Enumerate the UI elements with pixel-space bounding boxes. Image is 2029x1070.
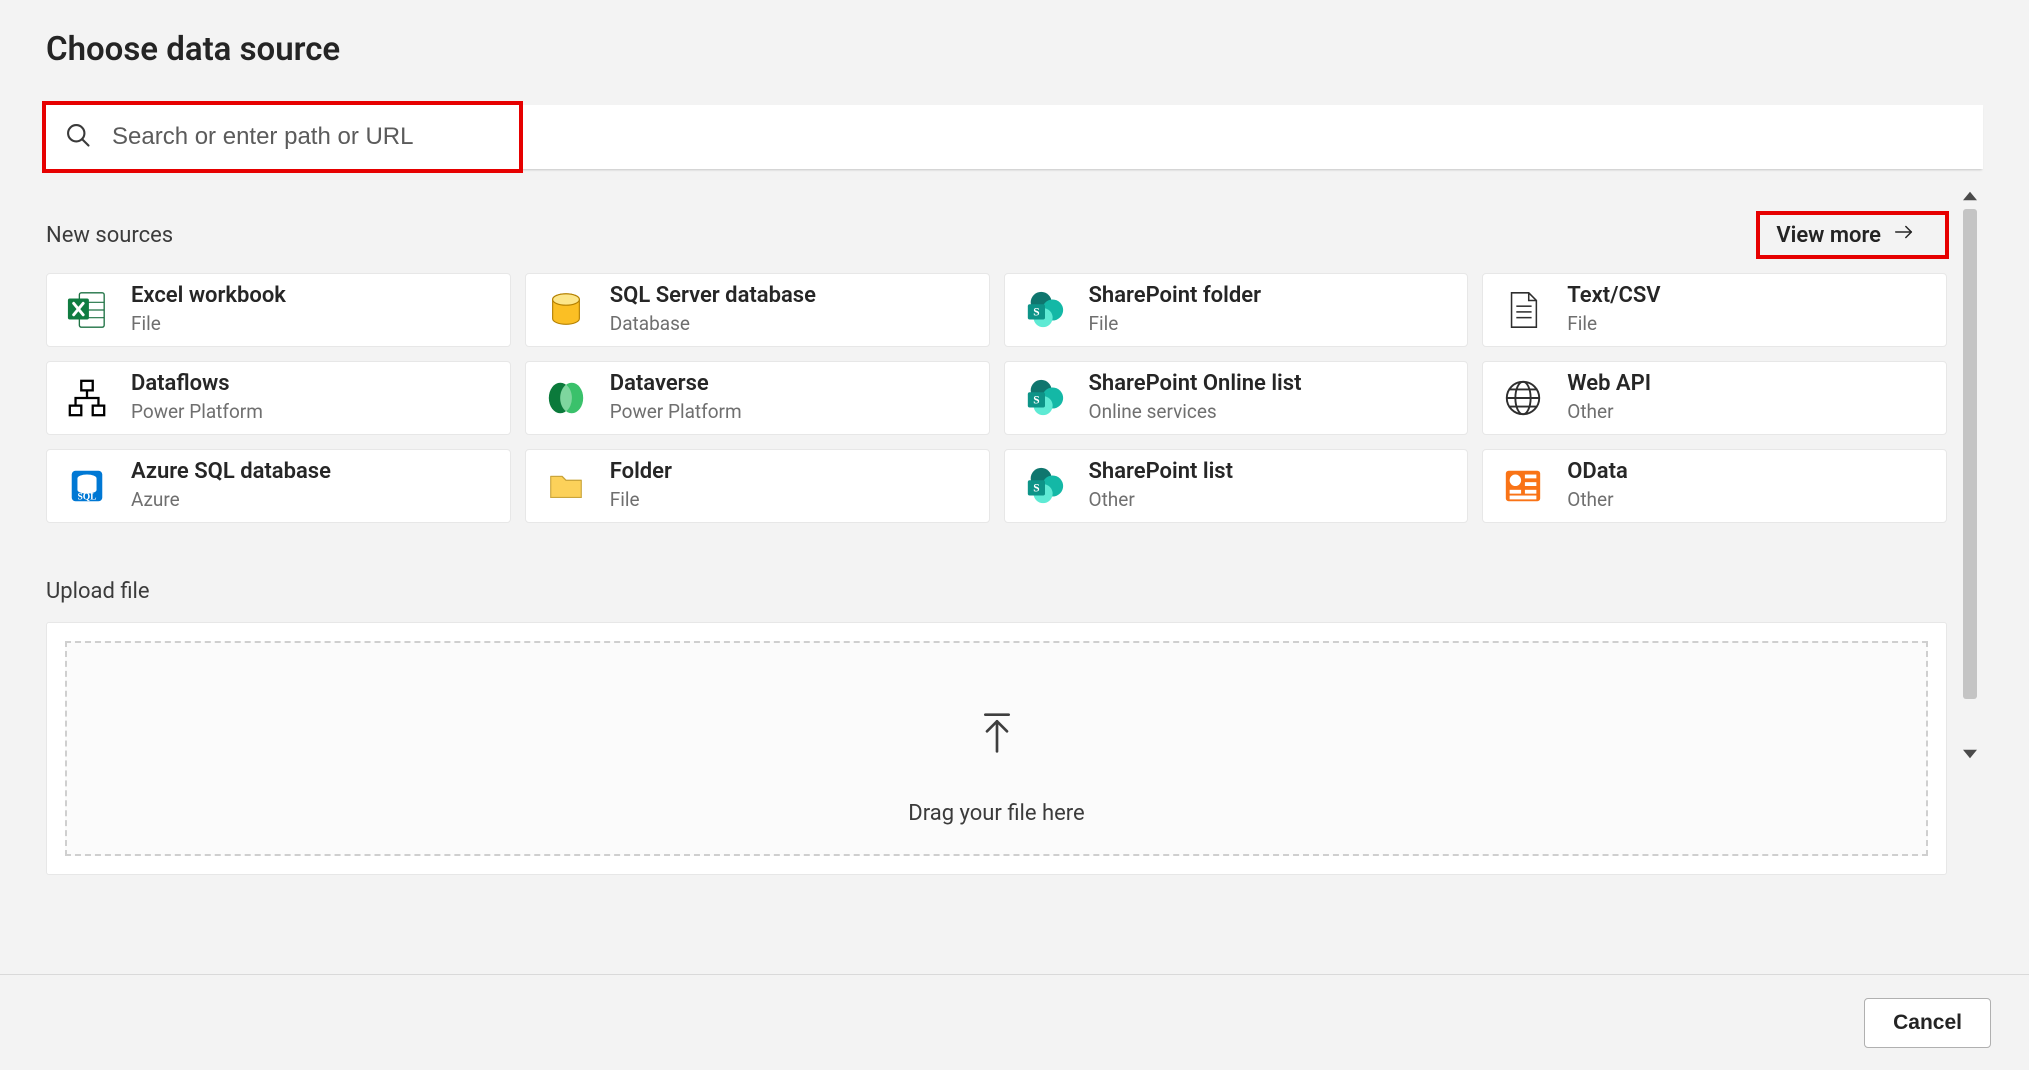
- upload-panel: Drag your file here: [46, 622, 1947, 875]
- source-name: Dataflows: [131, 371, 263, 397]
- sqlserver-icon: [542, 286, 590, 334]
- source-name: Web API: [1567, 371, 1651, 397]
- source-category: Power Platform: [610, 400, 742, 425]
- source-name: Folder: [610, 459, 672, 485]
- upload-drag-text: Drag your file here: [908, 801, 1084, 826]
- azuresql-icon: [63, 462, 111, 510]
- source-card-dataflows[interactable]: Dataflows Power Platform: [46, 361, 511, 435]
- source-card-azure-sql-database[interactable]: Azure SQL database Azure: [46, 449, 511, 523]
- sharepoint-icon: [1021, 286, 1069, 334]
- source-category: Online services: [1089, 400, 1302, 425]
- upload-arrow-icon: [977, 711, 1017, 759]
- footer: Cancel: [0, 974, 2029, 1070]
- source-name: Azure SQL database: [131, 459, 331, 485]
- textcsv-icon: [1499, 286, 1547, 334]
- upload-dropzone[interactable]: Drag your file here: [65, 641, 1928, 856]
- scroll-down-button[interactable]: [1957, 743, 1983, 765]
- search-input[interactable]: [110, 122, 1965, 152]
- source-card-sharepoint-list[interactable]: SharePoint list Other: [1004, 449, 1469, 523]
- scroll-up-button[interactable]: [1957, 185, 1983, 207]
- search-row: [46, 105, 1983, 169]
- source-category: Other: [1567, 400, 1651, 425]
- source-category: Power Platform: [131, 400, 263, 425]
- source-category: File: [610, 488, 672, 513]
- excel-icon: [63, 286, 111, 334]
- source-card-web-api[interactable]: Web API Other: [1482, 361, 1947, 435]
- source-card-sql-server-database[interactable]: SQL Server database Database: [525, 273, 990, 347]
- source-name: Text/CSV: [1567, 283, 1660, 309]
- source-card-excel-workbook[interactable]: Excel workbook File: [46, 273, 511, 347]
- webapi-icon: [1499, 374, 1547, 422]
- source-name: Excel workbook: [131, 283, 286, 309]
- source-card-dataverse[interactable]: Dataverse Power Platform: [525, 361, 990, 435]
- source-name: Dataverse: [610, 371, 742, 397]
- scroll-track[interactable]: [1963, 207, 1977, 743]
- source-card-folder[interactable]: Folder File: [525, 449, 990, 523]
- source-card-odata[interactable]: OData Other: [1482, 449, 1947, 523]
- source-card-sharepoint-folder[interactable]: SharePoint folder File: [1004, 273, 1469, 347]
- new-sources-label: New sources: [46, 223, 173, 248]
- source-category: File: [1567, 312, 1660, 337]
- upload-file-label: Upload file: [46, 579, 150, 604]
- source-category: Azure: [131, 488, 331, 513]
- source-card-sharepoint-online-list[interactable]: SharePoint Online list Online services: [1004, 361, 1469, 435]
- sharepoint-icon: [1021, 462, 1069, 510]
- source-card-text-csv[interactable]: Text/CSV File: [1482, 273, 1947, 347]
- source-name: SQL Server database: [610, 283, 816, 309]
- vertical-scrollbar: [1957, 185, 1983, 765]
- source-name: SharePoint list: [1089, 459, 1234, 485]
- new-sources-header: New sources View more: [46, 215, 1947, 255]
- cancel-button[interactable]: Cancel: [1864, 998, 1991, 1048]
- odata-icon: [1499, 462, 1547, 510]
- view-more-button[interactable]: View more: [1766, 215, 1927, 255]
- dataflows-icon: [63, 374, 111, 422]
- source-category: File: [131, 312, 286, 337]
- dataverse-icon: [542, 374, 590, 422]
- source-category: File: [1089, 312, 1262, 337]
- folder-icon: [542, 462, 590, 510]
- arrow-right-icon: [1891, 221, 1917, 249]
- sharepoint-icon: [1021, 374, 1069, 422]
- source-category: Other: [1567, 488, 1628, 513]
- source-name: SharePoint Online list: [1089, 371, 1302, 397]
- view-more-label: View more: [1776, 223, 1881, 248]
- source-category: Other: [1089, 488, 1234, 513]
- page-title: Choose data source: [46, 30, 1983, 69]
- scroll-thumb[interactable]: [1963, 209, 1977, 699]
- source-name: OData: [1567, 459, 1628, 485]
- source-category: Database: [610, 312, 816, 337]
- source-name: SharePoint folder: [1089, 283, 1262, 309]
- search-icon: [64, 121, 92, 153]
